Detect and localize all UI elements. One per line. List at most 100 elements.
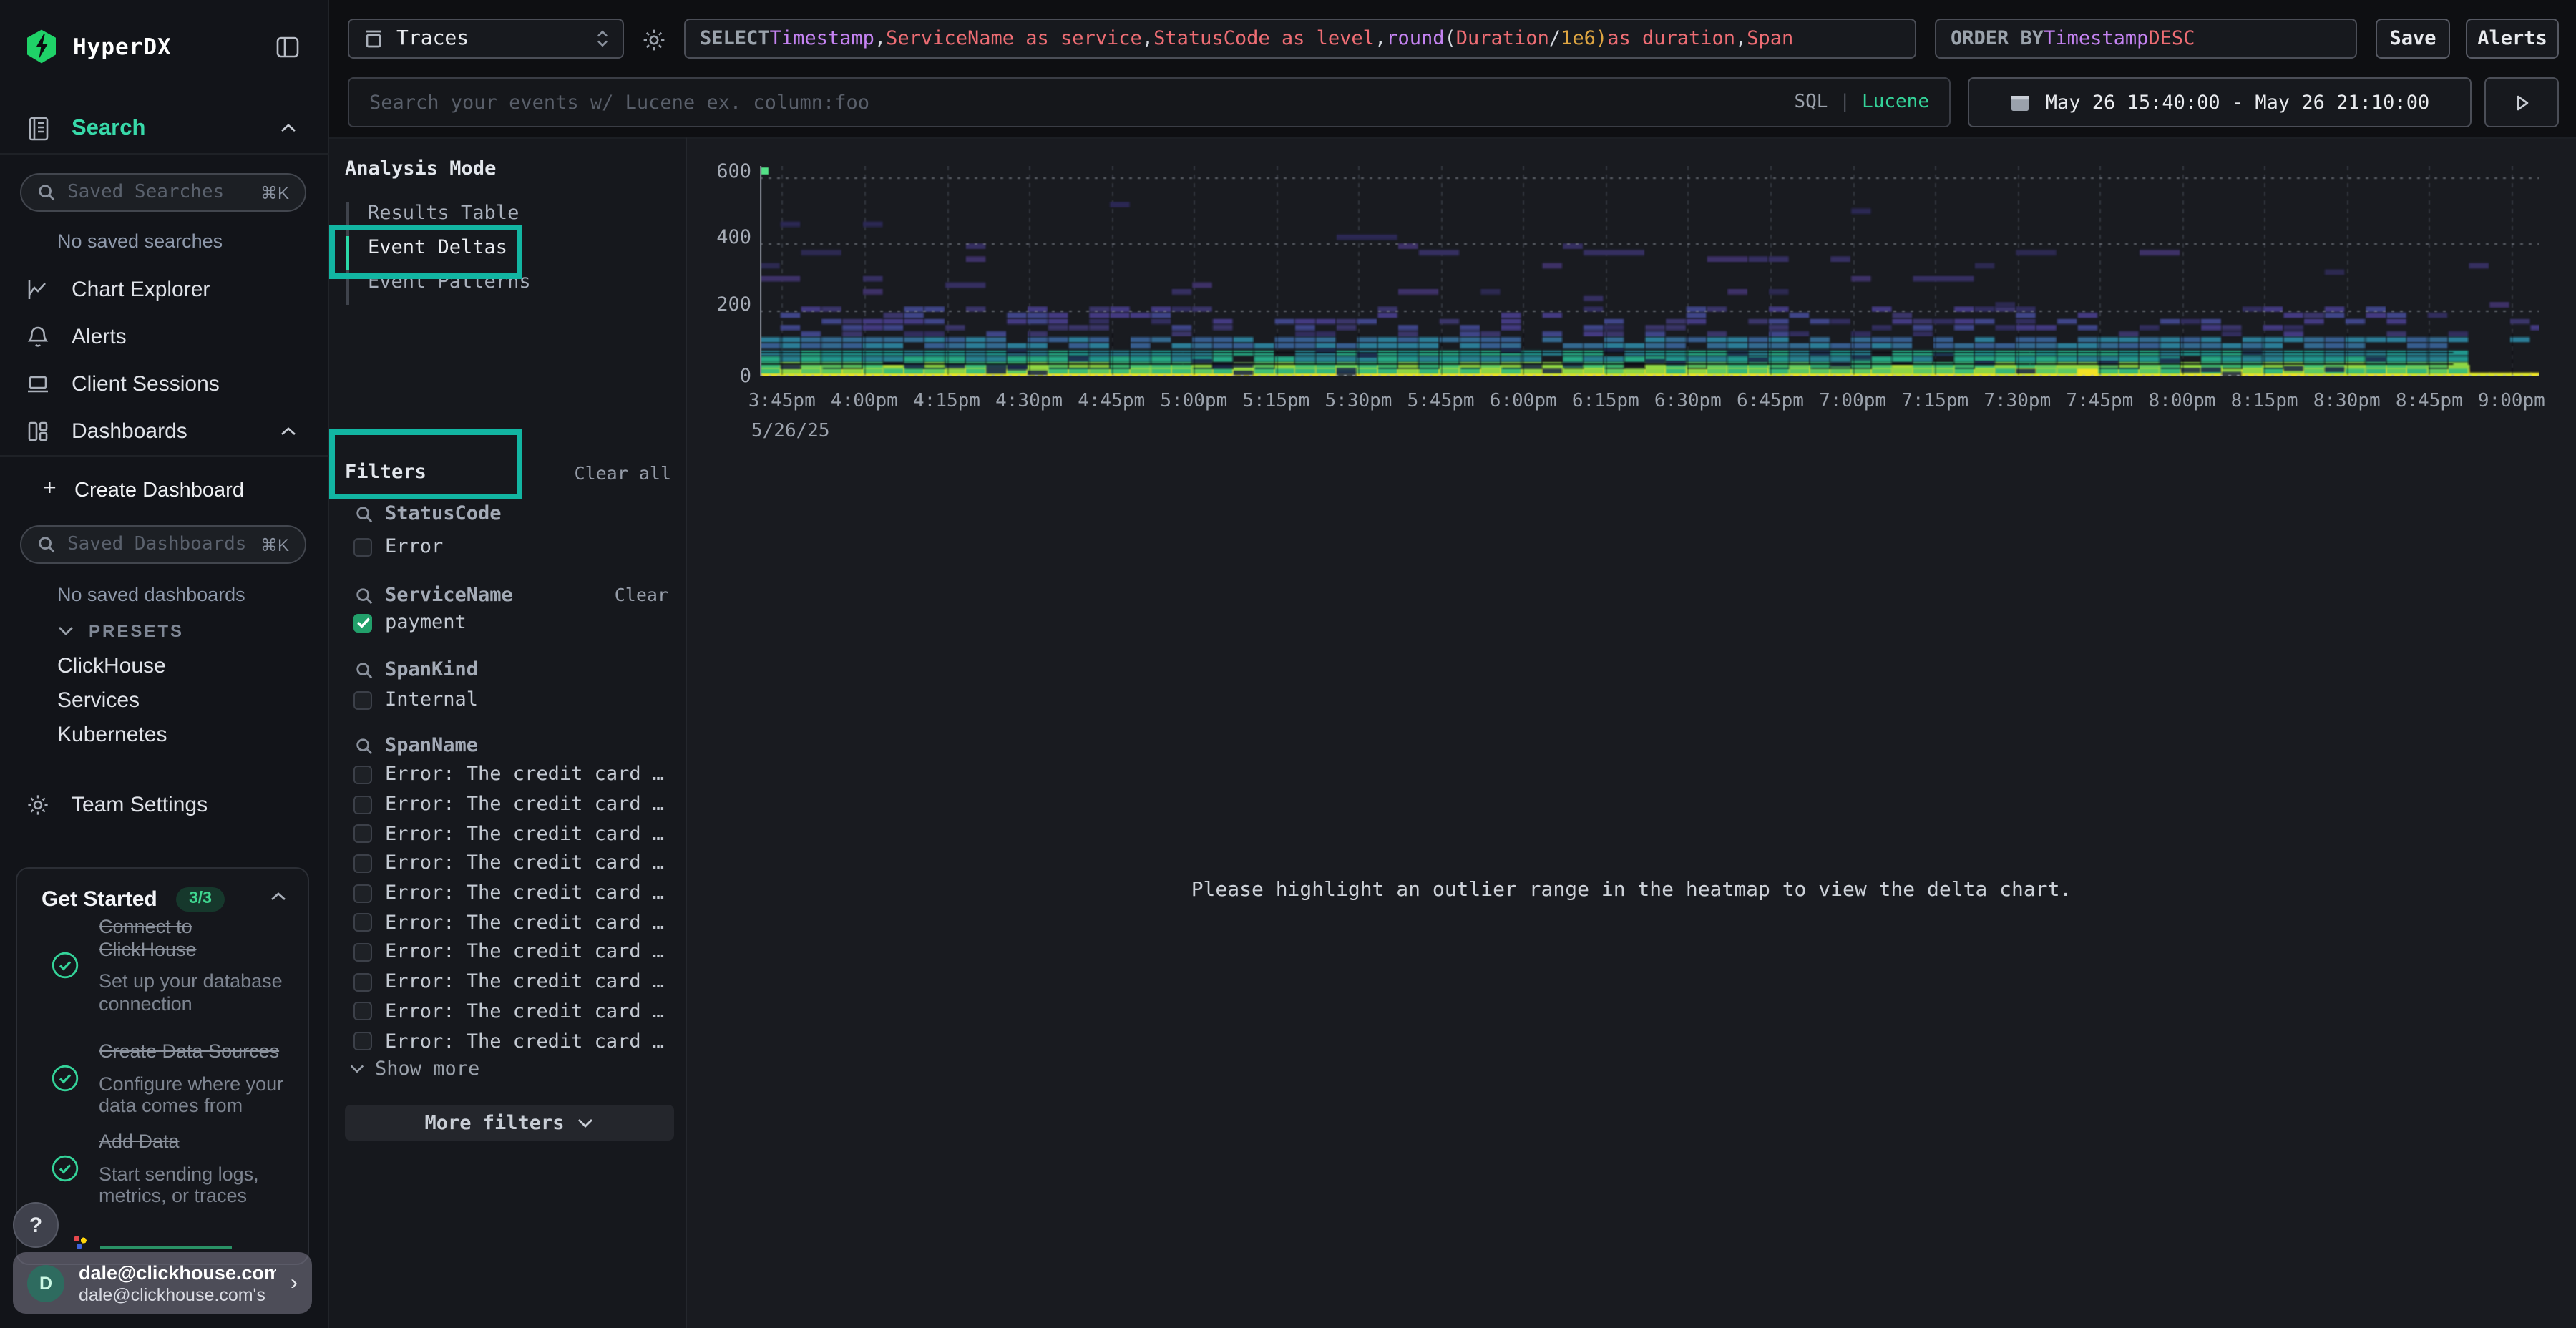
query-token: , xyxy=(1142,27,1153,50)
checkbox-checked[interactable] xyxy=(353,613,372,632)
checkbox-unchecked[interactable] xyxy=(353,943,372,962)
sidebar-collapse-icon[interactable] xyxy=(275,34,301,60)
filter-option-spanname[interactable]: Error: The credit card … xyxy=(353,937,711,967)
create-dashboard-button[interactable]: + Create Dashboard xyxy=(0,472,329,509)
sidebar-item-chart-explorer[interactable]: Chart Explorer xyxy=(0,269,329,312)
sql-select-input[interactable]: SELECT Timestamp, ServiceName as service… xyxy=(684,19,1916,59)
chevron-down-icon xyxy=(577,1117,595,1128)
x-axis-tick-label: 8:15pm xyxy=(2219,391,2311,412)
checklist-item[interactable]: Add Data Start sending logs, metrics, or… xyxy=(52,1131,295,1207)
filter-option-label: Error xyxy=(385,535,443,558)
checkbox-unchecked[interactable] xyxy=(353,914,372,932)
checkbox-unchecked[interactable] xyxy=(353,766,372,784)
chevron-up-icon[interactable] xyxy=(279,122,298,135)
query-token: / xyxy=(1549,27,1561,50)
checklist-item-title: Add Data xyxy=(99,1131,295,1153)
filter-option-label: Error: The credit card … xyxy=(385,1000,664,1023)
order-by-input[interactable]: ORDER BY Timestamp DESC xyxy=(1935,19,2357,59)
checklist-item[interactable]: Connect to ClickHouse Set up your databa… xyxy=(52,916,295,1015)
filter-option-spanname[interactable]: Error: The credit card … xyxy=(353,997,711,1026)
saved-searches-input[interactable]: Saved Searches ⌘K xyxy=(20,173,306,212)
filter-option-payment[interactable]: payment xyxy=(353,610,467,635)
duration-heatmap-canvas[interactable] xyxy=(760,166,2539,376)
filter-option-spanname[interactable]: Error: The credit card … xyxy=(353,849,711,878)
chevron-up-icon[interactable] xyxy=(279,425,298,438)
traces-source-icon xyxy=(362,27,385,50)
mode-results-table[interactable]: Results Table xyxy=(346,202,670,236)
x-axis-tick-label: 7:45pm xyxy=(2054,391,2145,412)
search-icon[interactable] xyxy=(355,504,374,523)
user-menu[interactable]: D dale@clickhouse.com dale@clickhouse.co… xyxy=(13,1252,312,1314)
language-lucene-option[interactable]: Lucene xyxy=(1862,92,1929,113)
sidebar-item-search[interactable]: Search xyxy=(0,109,329,152)
filter-option-spanname[interactable]: Error: The credit card … xyxy=(353,908,711,937)
filter-option-label: Error: The credit card … xyxy=(385,912,664,934)
presets-toggle[interactable]: PRESETS xyxy=(57,621,184,641)
search-icon[interactable] xyxy=(355,586,374,605)
preset-item-services[interactable]: Services xyxy=(57,688,140,713)
filter-group-spanname: SpanName xyxy=(355,733,478,758)
checkbox-unchecked[interactable] xyxy=(353,690,372,709)
filter-option-spanname[interactable]: Error: The credit card … xyxy=(353,789,711,819)
run-query-button[interactable] xyxy=(2484,77,2559,127)
query-token: ( xyxy=(1445,27,1456,50)
mode-event-patterns[interactable]: Event Patterns xyxy=(346,270,670,305)
source-select[interactable]: Traces xyxy=(348,19,624,59)
checkbox-unchecked[interactable] xyxy=(353,884,372,902)
sidebar-item-team-settings[interactable]: Team Settings xyxy=(0,784,329,827)
chevron-up-icon[interactable] xyxy=(269,890,288,903)
show-more-button[interactable]: Show more xyxy=(349,1058,479,1080)
search-icon[interactable] xyxy=(355,736,374,755)
save-button[interactable]: Save xyxy=(2376,19,2450,59)
clear-all-button[interactable]: Clear all xyxy=(575,462,671,484)
mode-event-deltas[interactable]: Event Deltas xyxy=(346,236,670,270)
sidebar-item-dashboards[interactable]: Dashboards xyxy=(0,411,329,454)
brand[interactable]: HyperDX xyxy=(26,29,172,64)
filter-option-spanname[interactable]: Error: The credit card … xyxy=(353,1026,711,1055)
checkbox-unchecked[interactable] xyxy=(353,1032,372,1050)
checklist-item-title: Create Data Sources xyxy=(99,1040,295,1063)
checklist-item-title: Connect to ClickHouse xyxy=(99,916,295,960)
y-axis-label: 400 xyxy=(687,226,751,249)
source-settings-gear-icon[interactable] xyxy=(641,27,667,53)
time-range-picker[interactable]: May 26 15:40:00 - May 26 21:10:00 xyxy=(1968,77,2472,127)
preset-item-kubernetes[interactable]: Kubernetes xyxy=(57,723,167,747)
saved-dashboards-input[interactable]: Saved Dashboards ⌘K xyxy=(20,525,306,564)
get-started-card: Get Started 3/3 Connect to ClickHouse Se… xyxy=(16,867,309,1265)
filter-option-spanname[interactable]: Error: The credit card … xyxy=(353,760,711,789)
sidebar-item-alerts[interactable]: Alerts xyxy=(0,316,329,359)
x-axis-tick-label: 6:45pm xyxy=(1724,391,1816,412)
chevron-right-icon: › xyxy=(291,1271,298,1295)
checkbox-unchecked[interactable] xyxy=(353,537,372,556)
spanname-option-list: Error: The credit card … Error: The cred… xyxy=(329,760,687,1056)
gear-icon xyxy=(26,793,50,817)
checkbox-unchecked[interactable] xyxy=(353,1002,372,1021)
help-button[interactable]: ? xyxy=(13,1202,59,1248)
alerts-button[interactable]: Alerts xyxy=(2466,19,2559,59)
query-token: SELECT xyxy=(700,27,770,50)
filter-option-spanname[interactable]: Error: The credit card … xyxy=(353,967,711,997)
checkbox-unchecked[interactable] xyxy=(353,824,372,843)
dashboard-grid-icon xyxy=(26,419,50,444)
checkbox-unchecked[interactable] xyxy=(353,972,372,991)
presets-label: PRESETS xyxy=(89,621,184,641)
filter-option-label: Error: The credit card … xyxy=(385,882,664,904)
event-search-input[interactable]: Search your events w/ Lucene ex. column:… xyxy=(348,77,1951,127)
search-icon[interactable] xyxy=(355,660,374,679)
query-token: ) xyxy=(1596,27,1607,50)
language-sql-option[interactable]: SQL xyxy=(1794,92,1828,113)
checkbox-unchecked[interactable] xyxy=(353,854,372,873)
clear-servicename-button[interactable]: Clear xyxy=(615,584,668,605)
checkbox-unchecked[interactable] xyxy=(353,795,372,814)
x-axis-tick-label: 4:00pm xyxy=(819,391,910,412)
more-filters-button[interactable]: More filters xyxy=(345,1105,674,1141)
preset-item-clickhouse[interactable]: ClickHouse xyxy=(57,654,166,678)
filter-option-error[interactable]: Error xyxy=(353,534,443,560)
filter-option-spanname[interactable]: Error: The credit card … xyxy=(353,879,711,908)
x-axis-tick-label: 6:30pm xyxy=(1642,391,1734,412)
checklist-item[interactable]: Create Data Sources Configure where your… xyxy=(52,1040,295,1117)
x-axis-tick-label: 4:45pm xyxy=(1065,391,1157,412)
sidebar-item-client-sessions[interactable]: Client Sessions xyxy=(0,363,329,406)
filter-option-spanname[interactable]: Error: The credit card … xyxy=(353,819,711,849)
filter-option-internal[interactable]: Internal xyxy=(353,687,478,713)
